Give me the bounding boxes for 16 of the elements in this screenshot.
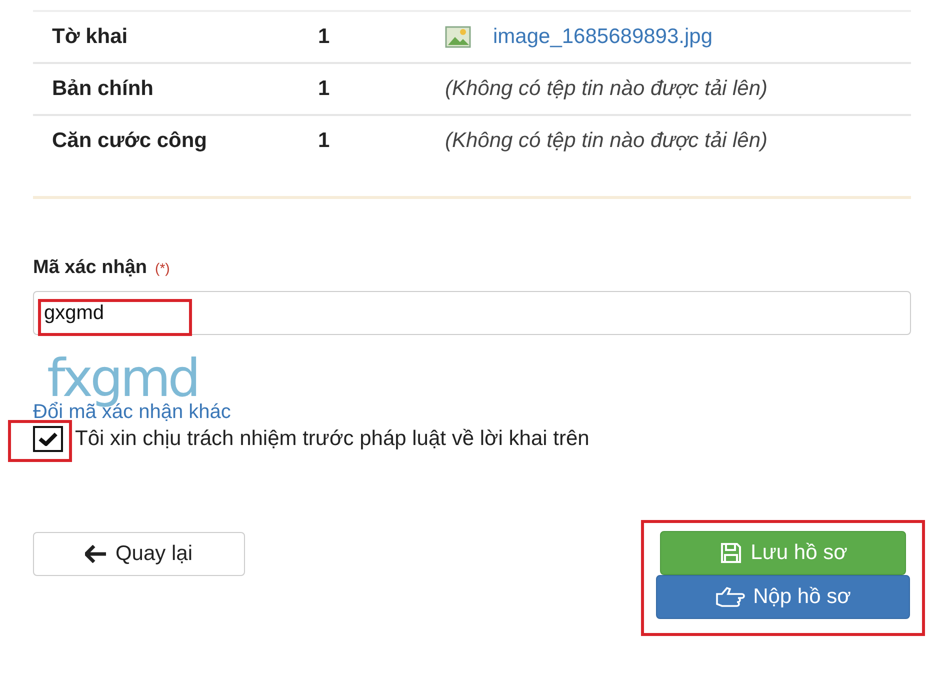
captcha-input-field[interactable]: gxgmd	[33, 291, 911, 335]
agreement-label: Tôi xin chịu trách nhiệm trước pháp luật về lời khai trên	[75, 427, 590, 451]
no-file-text: (Không có tệp tin nào được tải lên)	[445, 76, 769, 102]
document-count: 1	[318, 76, 331, 102]
required-mark: (*)	[155, 260, 170, 276]
field-label: Mã xác nhận	[33, 257, 148, 279]
document-name: Tờ khai	[52, 24, 129, 50]
save-button[interactable]: Lưu hồ sơ	[660, 531, 906, 575]
document-name: Căn cước công	[52, 128, 208, 154]
document-count: 1	[318, 24, 331, 50]
back-button[interactable]: Quay lại	[33, 532, 245, 576]
document-name: Bản chính	[52, 76, 155, 102]
submit-button[interactable]: Nộp hồ sơ	[656, 575, 910, 619]
no-file-text: (Không có tệp tin nào được tải lên)	[445, 128, 769, 154]
document-count: 1	[318, 128, 331, 154]
file-link[interactable]: image_1685689893.jpg	[445, 24, 892, 50]
